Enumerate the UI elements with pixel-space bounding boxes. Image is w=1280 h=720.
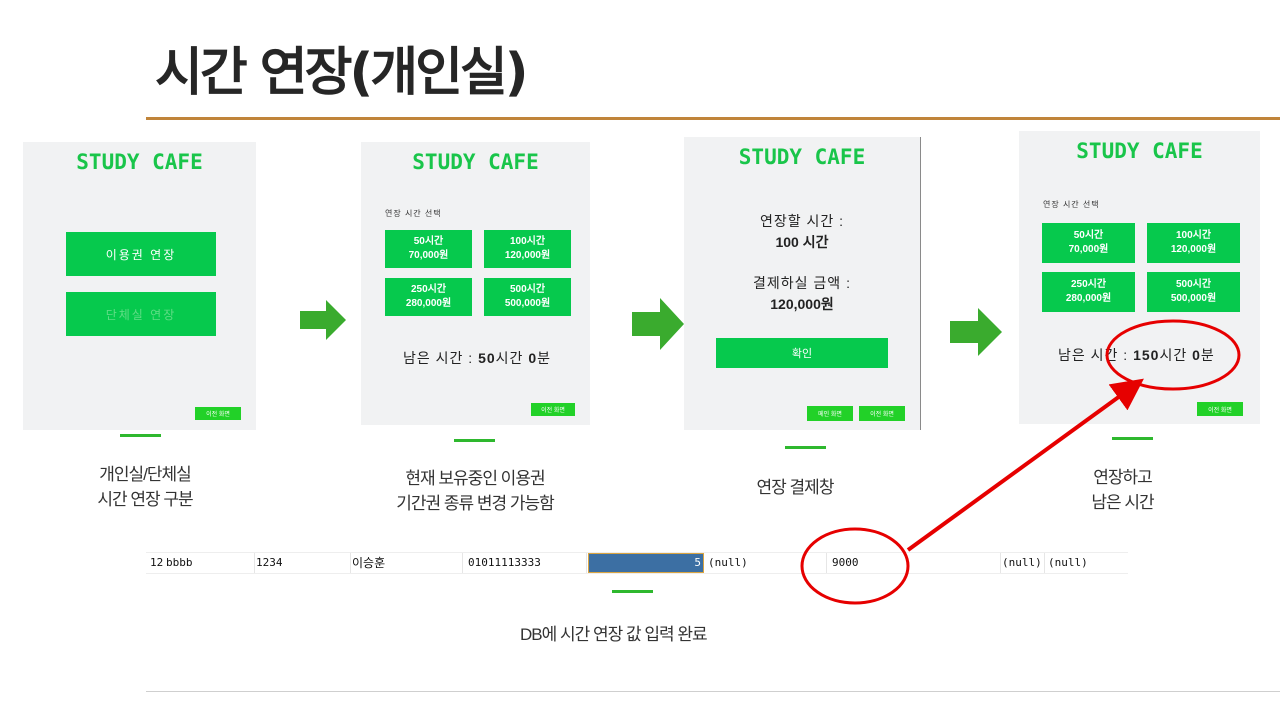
highlight-overlay [800, 319, 1241, 605]
footer-divider [146, 691, 1280, 692]
highlight-circle-db [800, 527, 910, 605]
highlight-arrow [906, 378, 1144, 552]
highlight-circle-remaining [1105, 319, 1241, 391]
